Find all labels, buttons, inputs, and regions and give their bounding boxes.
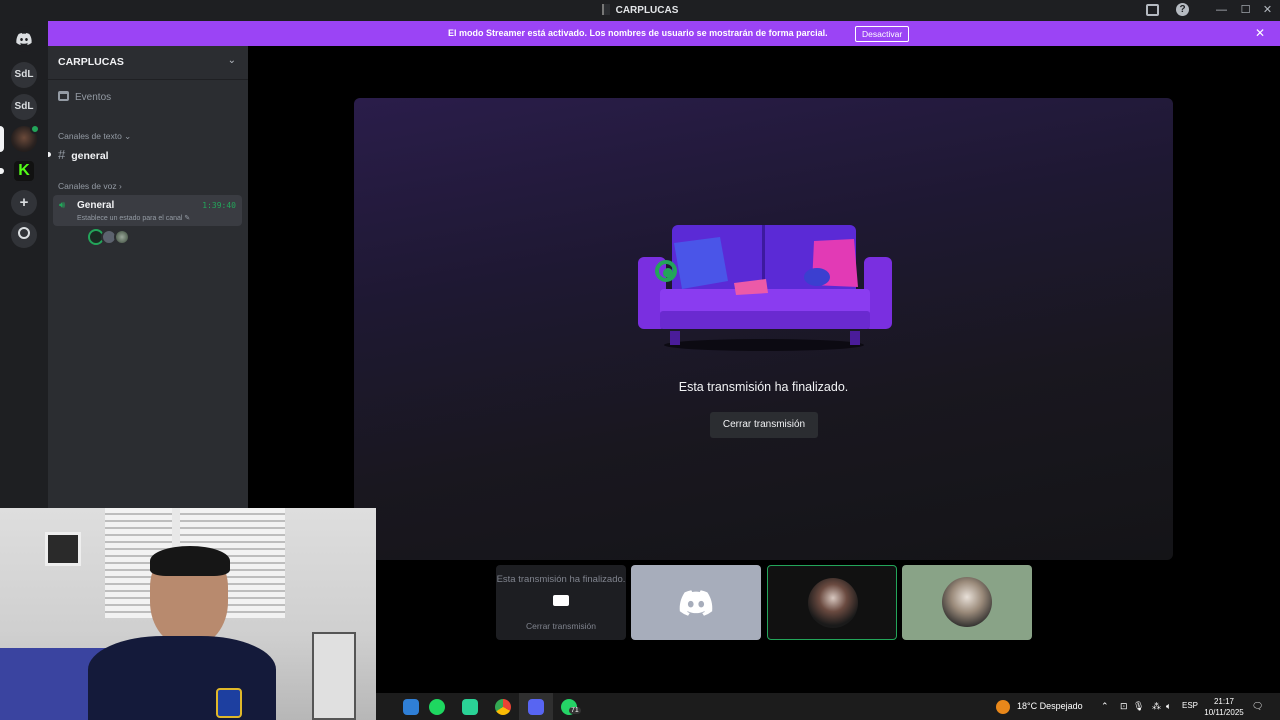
chevron-down-icon: ⌄ xyxy=(227,55,236,66)
close-window-button[interactable]: ✕ xyxy=(1260,3,1275,18)
selected-server-pill xyxy=(0,126,4,152)
chrome-icon[interactable] xyxy=(495,699,511,715)
clock-date: 10/11/2025 xyxy=(1204,708,1244,717)
maximize-button[interactable]: ☐ xyxy=(1238,3,1253,18)
speaker-icon: 🔊︎ xyxy=(59,200,66,211)
server-kick[interactable]: K xyxy=(11,158,37,184)
discord-home-button[interactable] xyxy=(11,26,37,52)
voice-channel-name: General xyxy=(77,200,115,211)
discover-icon xyxy=(18,227,30,239)
kick-icon: K xyxy=(14,161,34,181)
stream-tile-close-button[interactable]: Cerrar transmisión xyxy=(496,621,626,631)
voice-active-badge-icon xyxy=(30,124,40,134)
inbox-icon[interactable] xyxy=(1146,3,1161,18)
volume-icon[interactable]: 🔈︎ xyxy=(1166,701,1171,712)
unread-channel-dot xyxy=(48,152,51,157)
text-channels-category[interactable]: Canales de texto ⌄ xyxy=(58,131,131,142)
stream-ended-message: Esta transmisión ha finalizado. xyxy=(678,380,849,394)
taskbar: 71 18°C Despejado ⌃ ⊡ 🎙︎ ⁂ 🔈︎ ESP 21:17 … xyxy=(376,693,1280,720)
stream-tile-message: Esta transmisión ha finalizado. xyxy=(496,574,626,585)
voice-channel-general[interactable]: 🔊︎ General 1:39:40 Establece un estado p… xyxy=(53,195,242,226)
couch-illustration xyxy=(638,225,892,351)
streamer-mode-banner: El modo Streamer está activado. Los nomb… xyxy=(48,21,1280,46)
chevron-right-icon: › xyxy=(118,181,122,191)
language-indicator[interactable]: ESP xyxy=(1182,701,1198,710)
stream-tile[interactable]: Esta transmisión ha finalizado. Cerrar t… xyxy=(496,565,626,640)
server-name: CARPLUCAS xyxy=(58,56,124,68)
monitor-icon xyxy=(553,595,569,606)
tray-expand-icon[interactable]: ⌃ xyxy=(1101,701,1109,712)
weather-text[interactable]: 18°C Despejado xyxy=(1017,701,1083,711)
microphone-icon[interactable]: 🎙︎ xyxy=(1133,701,1144,712)
participant-tile-discord[interactable] xyxy=(631,565,761,640)
help-icon[interactable]: ? xyxy=(1176,3,1191,18)
discord-logo-icon xyxy=(16,33,32,45)
unread-server-dot xyxy=(0,168,4,174)
outlook-icon[interactable] xyxy=(403,699,419,715)
avatar[interactable] xyxy=(114,229,130,245)
avatar xyxy=(942,577,992,627)
streamer-mode-message: El modo Streamer está activado. Los nomb… xyxy=(448,28,828,38)
server-carplucas[interactable] xyxy=(11,124,40,152)
server-sdl-2[interactable]: SdL xyxy=(11,94,37,120)
discord-taskbar-icon[interactable] xyxy=(528,699,544,715)
title-bar: CARPLUCAS ? — ☐ ✕ xyxy=(0,0,1280,21)
participant-tile[interactable] xyxy=(902,565,1032,640)
spotify-icon[interactable] xyxy=(429,699,445,715)
network-icon[interactable]: ⁂ xyxy=(1152,701,1161,712)
notifications-icon[interactable]: 🗨︎ xyxy=(1252,701,1263,712)
participant-tile-speaking[interactable] xyxy=(767,565,897,640)
hash-icon: # xyxy=(58,147,66,162)
voice-channels-category[interactable]: Canales de voz › xyxy=(58,181,122,191)
calendar-icon xyxy=(58,91,69,101)
channel-sidebar: CARPLUCAS ⌄ Eventos Canales de texto ⌄ #… xyxy=(48,46,248,508)
banner-close-icon[interactable]: ✕ xyxy=(1255,26,1265,40)
add-server-icon: + xyxy=(19,194,29,211)
app-icon[interactable] xyxy=(462,699,478,715)
close-stream-button[interactable]: Cerrar transmisión xyxy=(710,412,818,438)
channel-general-text[interactable]: # general xyxy=(58,147,109,162)
clock-time: 21:17 xyxy=(1213,697,1235,706)
weather-icon[interactable] xyxy=(996,700,1010,714)
add-server-button[interactable]: + xyxy=(11,190,37,216)
webcam-overlay xyxy=(0,508,376,720)
deactivate-streamer-button[interactable]: Desactivar xyxy=(855,26,910,42)
server-sdl-1[interactable]: SdL xyxy=(11,62,37,88)
vpn-icon[interactable]: ⊡ xyxy=(1120,701,1128,712)
taskbar-clock[interactable]: 21:17 10/11/2025 xyxy=(1204,696,1244,718)
chevron-down-icon: ⌄ xyxy=(124,131,132,141)
discord-logo-icon xyxy=(679,590,713,616)
voice-timer: 1:39:40 xyxy=(202,201,236,210)
avatar xyxy=(808,578,858,628)
discover-button[interactable] xyxy=(11,222,37,248)
window-title: CARPLUCAS xyxy=(615,5,679,16)
whatsapp-badge: 71 xyxy=(569,707,581,714)
pencil-icon: ✎ xyxy=(184,215,191,222)
channel-status-prompt[interactable]: Establece un estado para el canal ✎ xyxy=(77,214,190,222)
stream-stage xyxy=(354,98,1173,560)
events-link[interactable]: Eventos xyxy=(58,91,111,103)
window-app-icon xyxy=(601,4,610,15)
server-header[interactable]: CARPLUCAS ⌄ xyxy=(48,46,248,80)
minimize-button[interactable]: — xyxy=(1214,3,1229,18)
